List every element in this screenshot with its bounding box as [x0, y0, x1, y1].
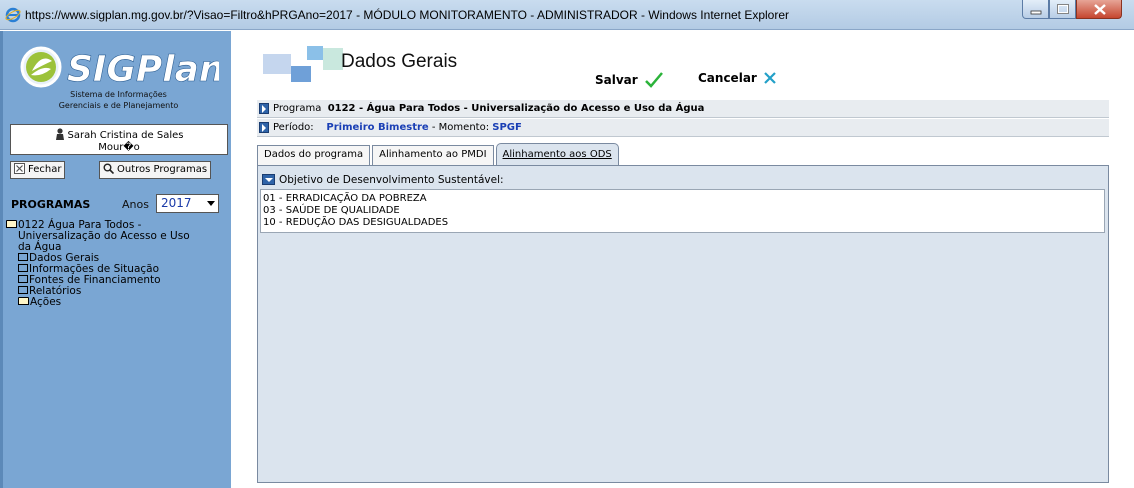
- tab-bar: Dados do programa Alinhamento ao PMDI Al…: [257, 143, 621, 165]
- moment-label: - Momento:: [431, 122, 490, 133]
- user-box: Sarah Cristina de Sales Mour�o: [10, 124, 228, 155]
- program-value: 0122 - Água Para Todos - Universalização…: [327, 103, 705, 114]
- user-name-line-2: Mour�o: [98, 142, 140, 153]
- tree-item-acoes[interactable]: Ações: [6, 297, 190, 308]
- close-box-icon: [14, 163, 25, 174]
- tab-label: Alinhamento aos ODS: [502, 149, 612, 160]
- window-title: https://www.sigplan.mg.gov.br/?Visao=Fil…: [25, 8, 790, 22]
- save-label: Salvar: [595, 73, 638, 87]
- page-icon: [18, 275, 28, 283]
- other-programs-label: Outros Programas: [117, 164, 208, 175]
- cancel-button[interactable]: Cancelar: [698, 71, 777, 85]
- ods-heading[interactable]: Objetivo de Desenvolvimento Sustentável:: [262, 174, 504, 186]
- programs-heading: PROGRAMAS: [11, 198, 91, 211]
- tree-item-label: Ações: [30, 296, 62, 308]
- period-value: Primeiro Bimestre: [326, 122, 429, 133]
- checkmark-icon: [644, 72, 663, 88]
- logo-text: SIGPlan: [67, 49, 219, 90]
- dropdown-arrow-icon: [262, 174, 275, 185]
- logo-subtitle: Sistema de Informações Gerenciais e de P…: [3, 89, 234, 111]
- close-program-button[interactable]: Fechar: [10, 161, 66, 179]
- cancel-x-icon: [764, 72, 776, 84]
- period-info-row: Período: Primeiro Bimestre - Momento: SP…: [257, 119, 1109, 137]
- ods-heading-label: Objetivo de Desenvolvimento Sustentável:: [279, 174, 504, 186]
- maximize-icon: [1057, 4, 1069, 14]
- tab-dados-do-programa[interactable]: Dados do programa: [257, 145, 371, 165]
- sidebar: SIGPlan Sistema de Informações Gerenciai…: [0, 31, 231, 488]
- folder-open-icon: [6, 220, 17, 228]
- minimize-button[interactable]: [1022, 0, 1049, 19]
- close-icon: [1094, 4, 1106, 15]
- list-item: 01 - ERRADICAÇÃO DA POBREZA: [263, 193, 427, 204]
- chevron-down-icon: [207, 201, 215, 206]
- program-label: Programa: [273, 103, 322, 114]
- page-icon: [18, 286, 28, 294]
- year-select[interactable]: 2017: [156, 194, 219, 213]
- search-icon: [103, 163, 114, 174]
- logo-subtitle-line-2: Gerenciais e de Planejamento: [58, 101, 179, 110]
- expand-arrow-icon[interactable]: [259, 122, 269, 133]
- folder-icon: [18, 297, 29, 305]
- window-controls: [1022, 0, 1122, 20]
- program-info-row: Programa 0122 - Água Para Todos - Univer…: [257, 100, 1109, 118]
- sigplan-logo: SIGPlan: [20, 46, 219, 90]
- years-label: Anos: [122, 198, 149, 211]
- list-item: 10 - REDUÇÃO DAS DESIGUALDADES: [263, 217, 449, 228]
- cancel-label: Cancelar: [698, 71, 757, 85]
- close-program-label: Fechar: [28, 164, 62, 175]
- window-titlebar: https://www.sigplan.mg.gov.br/?Visao=Fil…: [0, 0, 1134, 30]
- minimize-icon: [1030, 10, 1042, 15]
- user-name-line-1: Sarah Cristina de Sales: [67, 130, 184, 141]
- internet-explorer-icon: [5, 7, 21, 23]
- list-item: 03 - SAÚDE DE QUALIDADE: [263, 205, 400, 216]
- expand-arrow-icon[interactable]: [259, 103, 269, 114]
- page-title: Dados Gerais: [341, 51, 458, 72]
- moment-value: SPGF: [492, 122, 522, 133]
- ods-panel: Objetivo de Desenvolvimento Sustentável:…: [257, 165, 1109, 483]
- header-decoration-icon: [263, 46, 343, 82]
- period-label: Período:: [273, 122, 314, 133]
- tab-alinhamento-pmdi[interactable]: Alinhamento ao PMDI: [372, 145, 494, 165]
- close-window-button[interactable]: [1076, 0, 1122, 19]
- ods-list: 01 - ERRADICAÇÃO DA POBREZA 03 - SAÚDE D…: [260, 189, 1105, 233]
- other-programs-button[interactable]: Outros Programas: [99, 161, 212, 179]
- tab-alinhamento-ods[interactable]: Alinhamento aos ODS: [495, 143, 619, 165]
- main-content: Dados Gerais Salvar Cancelar Programa 01…: [243, 31, 1123, 488]
- program-tree: 0122 Água Para Todos - Universalização d…: [6, 220, 190, 308]
- page-icon: [18, 253, 28, 261]
- year-select-value: 2017: [161, 196, 192, 210]
- user-icon: [55, 128, 64, 140]
- save-button[interactable]: Salvar: [595, 71, 664, 89]
- logo-subtitle-line-1: Sistema de Informações: [70, 90, 167, 99]
- page-icon: [18, 264, 28, 272]
- maximize-button[interactable]: [1049, 0, 1076, 19]
